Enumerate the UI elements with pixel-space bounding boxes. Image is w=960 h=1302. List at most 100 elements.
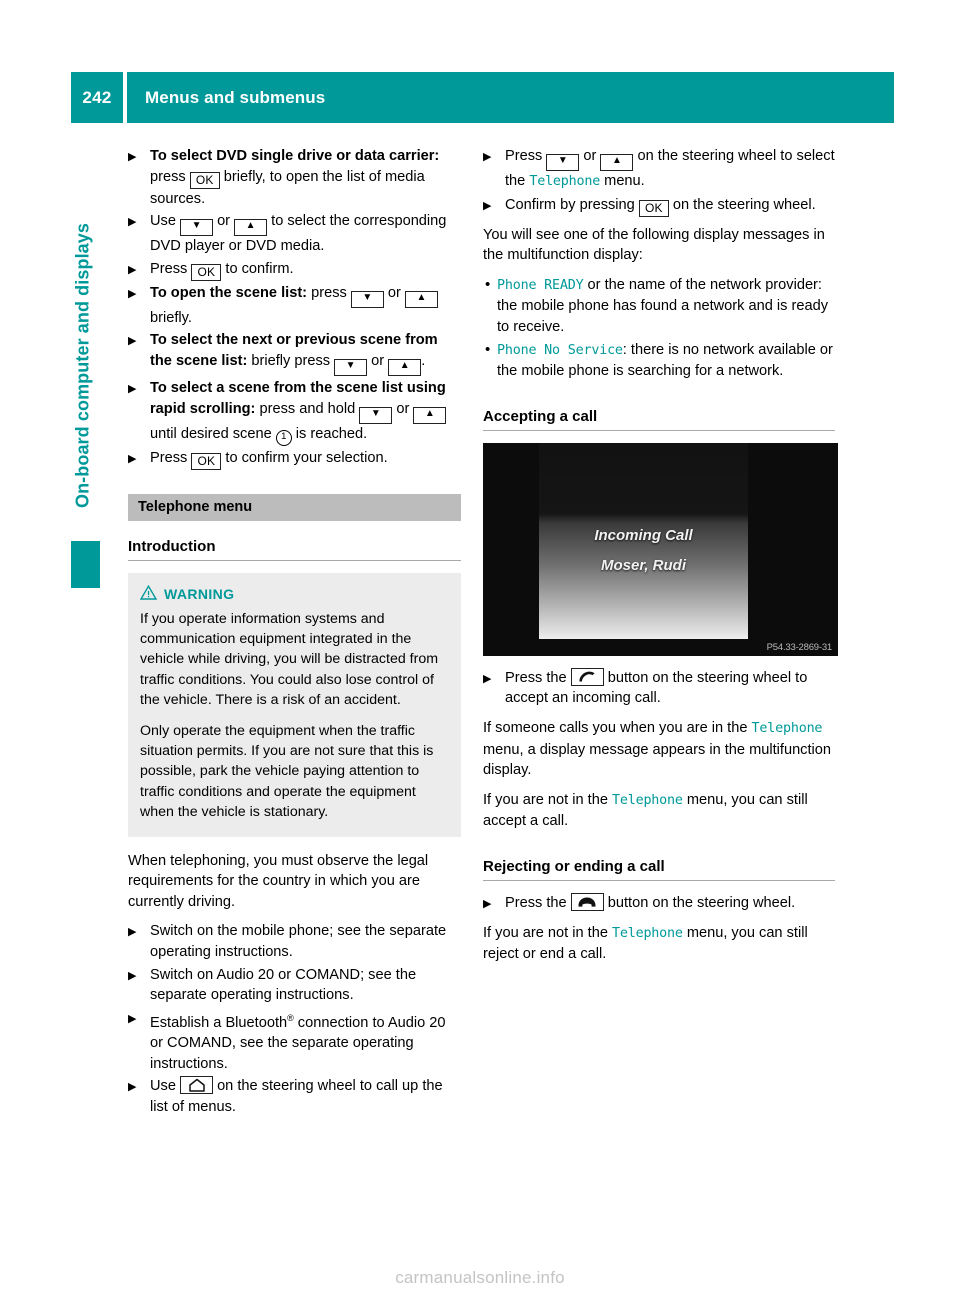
paragraph-text: If someone calls you when you are in the	[483, 719, 752, 736]
ok-key-icon[interactable]: OK	[189, 171, 220, 189]
step-item: ▶ Establish a Bluetooth® connection to Au…	[128, 1008, 461, 1075]
step-marker-icon: ▶	[483, 672, 492, 685]
ok-key-icon[interactable]: OK	[191, 263, 222, 281]
up-arrow-key-icon[interactable]: ▲	[600, 154, 634, 171]
list-item: • Phone READY or the name of the network …	[483, 275, 835, 338]
step-text: press	[307, 284, 351, 301]
subsection-heading-rejecting-a-call: Rejecting or ending a call	[483, 857, 665, 875]
list-item: • Phone No Service: there is no network a…	[483, 340, 835, 382]
step-text: press and hold	[255, 400, 360, 417]
figure-incoming-call-text: Incoming Call	[594, 526, 693, 544]
display-term-telephone: Telephone	[751, 720, 823, 736]
paragraph-text: If you are not in the	[483, 924, 612, 941]
step-lead: To open the scene list:	[150, 284, 308, 301]
step-marker-icon: ▶	[128, 263, 137, 276]
step-marker-icon: ▶	[483, 199, 492, 212]
step-item: ▶ Press OK to confirm your selection.	[128, 448, 461, 470]
figure-code-label: P54.33-2869-31	[766, 641, 833, 653]
step-marker-icon: ▶	[128, 926, 137, 939]
step-item: ▶ Press the button on the steering wheel …	[483, 667, 835, 709]
subsection-heading-accepting-a-call: Accepting a call	[483, 407, 598, 425]
step-item: ▶ Press ▼ or ▲ on the steering wheel to s…	[483, 146, 835, 193]
step-text: to confirm.	[221, 260, 294, 277]
home-key-icon[interactable]	[180, 1076, 214, 1095]
step-item: ▶ Press OK to confirm.	[128, 259, 461, 281]
step-marker-icon: ▶	[128, 452, 137, 465]
display-term-phone-ready: Phone READY	[497, 277, 584, 293]
down-arrow-key-icon[interactable]: ▼	[359, 406, 393, 424]
up-arrow-key-icon[interactable]: ▲	[404, 290, 438, 308]
step-text: Switch on the mobile phone; see the sepa…	[150, 923, 447, 960]
step-text: Press	[150, 449, 192, 466]
right-column: ▶ Press ▼ or ▲ on the steering wheel to s…	[483, 146, 838, 974]
intro-paragraph: When telephoning, you must observe the l…	[128, 852, 429, 910]
step-text: is reached.	[291, 425, 368, 442]
step-text: Press	[505, 148, 547, 164]
step-item: ▶ To select DVD single drive or data carr…	[128, 146, 461, 209]
display-messages-intro: You will see one of the following displa…	[483, 226, 825, 264]
down-arrow-key-icon[interactable]: ▼	[546, 154, 580, 171]
step-text: press	[150, 168, 190, 185]
bullet-dot-icon: •	[485, 275, 491, 293]
registered-trademark-icon: ®	[287, 1012, 294, 1023]
end-call-key-icon[interactable]	[570, 892, 604, 911]
step-item: ▶ Switch on the mobile phone; see the sep…	[128, 921, 461, 962]
bullet-dot-icon: •	[485, 340, 491, 358]
step-text: or	[383, 284, 405, 301]
display-term-telephone: Telephone	[612, 792, 683, 808]
page-number: 242	[71, 72, 123, 123]
accept-call-key-icon[interactable]	[570, 667, 604, 686]
step-marker-icon: ▶	[483, 897, 492, 910]
paragraph: If you are not in the Telephone menu, yo…	[483, 923, 835, 965]
warning-label: WARNING	[164, 585, 235, 602]
warning-title: WARNING	[139, 584, 449, 603]
display-term-phone-no-service: Phone No Service	[497, 342, 623, 358]
figure-caller-name-text: Moser, Rudi	[600, 556, 686, 574]
step-marker-icon: ▶	[128, 969, 137, 982]
step-marker-icon: ▶	[483, 151, 492, 163]
ok-key-icon[interactable]: OK	[191, 452, 222, 470]
step-item: ▶ To select the next or previous scene fr…	[128, 330, 461, 376]
down-arrow-key-icon[interactable]: ▼	[334, 358, 368, 376]
step-item: ▶ Use ▼ or ▲ to select the corresponding …	[128, 211, 461, 257]
warning-box: WARNING If you operate information syste…	[128, 572, 461, 837]
step-text: Confirm by pressing	[505, 196, 639, 213]
step-item: ▶ Switch on Audio 20 or COMAND; see the s…	[128, 965, 461, 1006]
step-text: to confirm your selection.	[221, 449, 388, 466]
chapter-label: On-board computer and displays	[72, 222, 93, 509]
step-text: menu.	[600, 173, 645, 189]
heading-rule	[483, 429, 835, 431]
chapter-marker	[71, 541, 100, 588]
paragraph-text: menu, a display message appears in the m…	[483, 741, 832, 779]
step-text: Press the	[505, 669, 571, 686]
step-text: or	[213, 213, 235, 230]
down-arrow-key-icon[interactable]: ▼	[180, 219, 214, 237]
step-text: Switch on Audio 20 or COMAND; see the se…	[150, 966, 417, 1004]
step-marker-icon: ▶	[128, 216, 137, 229]
up-arrow-key-icon[interactable]: ▲	[413, 406, 447, 424]
step-marker-icon: ▶	[128, 382, 137, 395]
step-text: Use	[150, 1078, 181, 1095]
step-item: ▶ To select a scene from the scene list u…	[128, 378, 461, 446]
step-text: briefly.	[150, 309, 192, 326]
step-marker-icon: ▶	[128, 151, 137, 163]
left-column: ▶ To select DVD single drive or data carr…	[128, 146, 461, 1120]
heading-rule	[483, 879, 835, 881]
warning-paragraph: If you operate information systems and c…	[140, 610, 439, 709]
heading-rule	[128, 559, 461, 561]
step-text: Establish a Bluetooth	[150, 1014, 288, 1031]
ok-key-icon[interactable]: OK	[638, 199, 669, 217]
page-header: 242 Menus and submenus	[71, 72, 894, 123]
up-arrow-key-icon[interactable]: ▲	[234, 219, 268, 237]
step-text: until desired scene	[150, 425, 276, 442]
up-arrow-key-icon[interactable]: ▲	[388, 358, 422, 376]
paragraph: If someone calls you when you are in the…	[483, 718, 835, 781]
display-term-telephone: Telephone	[529, 174, 601, 189]
step-marker-icon: ▶	[128, 1081, 137, 1094]
down-arrow-key-icon[interactable]: ▼	[350, 290, 384, 308]
step-text: briefly press	[247, 352, 335, 369]
section-heading-telephone-menu: Telephone menu	[128, 493, 461, 521]
step-marker-icon: ▶	[128, 1012, 137, 1025]
step-text: or	[367, 352, 389, 369]
step-text: Press	[150, 260, 192, 277]
